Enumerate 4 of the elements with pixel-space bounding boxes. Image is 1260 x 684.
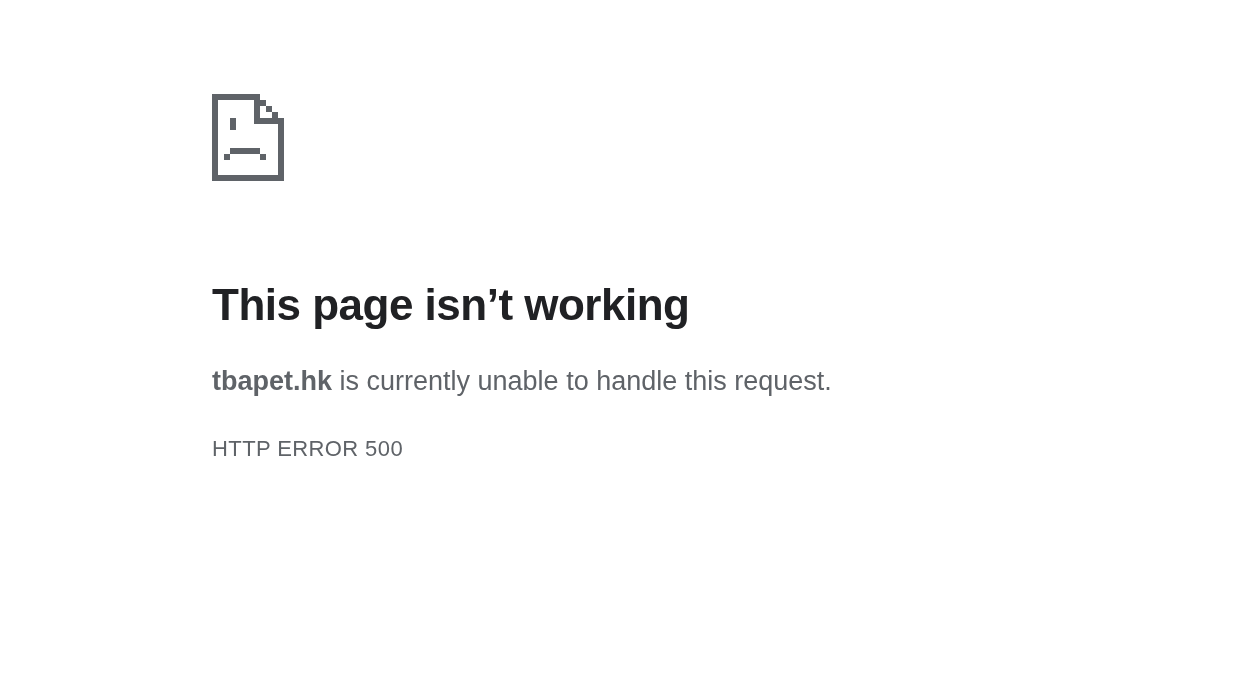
error-heading: This page isn’t working: [212, 279, 690, 331]
error-code: HTTP ERROR 500: [212, 436, 404, 462]
sad-page-icon: [212, 94, 284, 181]
error-message: tbapet.hk is currently unable to handle this request.: [212, 365, 832, 398]
